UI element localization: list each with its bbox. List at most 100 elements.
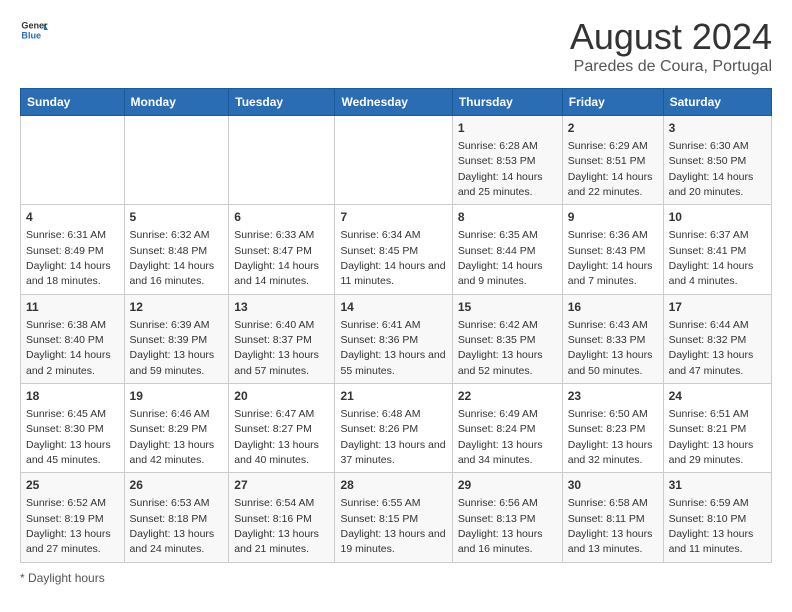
calendar-cell: 4 Sunrise: 6:31 AM Sunset: 8:49 PM Daylig…: [21, 205, 125, 294]
day-number: 22: [458, 388, 557, 405]
day-info: Sunrise: 6:31 AM Sunset: 8:49 PM Dayligh…: [26, 229, 111, 287]
main-title: August 2024: [570, 16, 772, 58]
calendar-cell: 3 Sunrise: 6:30 AM Sunset: 8:50 PM Daylig…: [663, 116, 771, 205]
calendar-cell: 18 Sunrise: 6:45 AM Sunset: 8:30 PM Dayli…: [21, 384, 125, 473]
day-number: 30: [568, 477, 658, 494]
calendar-day-header: Wednesday: [335, 89, 452, 116]
day-info: Sunrise: 6:56 AM Sunset: 8:13 PM Dayligh…: [458, 497, 543, 555]
day-number: 29: [458, 477, 557, 494]
calendar-cell: 13Sunrise: 6:40 AM Sunset: 8:37 PM Dayli…: [229, 294, 335, 383]
daylight-label: Daylight hours: [28, 571, 105, 585]
calendar-cell: 14Sunrise: 6:41 AM Sunset: 8:36 PM Dayli…: [335, 294, 452, 383]
day-info: Sunrise: 6:46 AM Sunset: 8:29 PM Dayligh…: [130, 408, 215, 466]
calendar-body: 1Sunrise: 6:28 AM Sunset: 8:53 PM Daylig…: [21, 116, 772, 563]
calendar-day-header: Tuesday: [229, 89, 335, 116]
calendar-cell: 7 Sunrise: 6:34 AM Sunset: 8:45 PM Daylig…: [335, 205, 452, 294]
day-number: 3: [669, 120, 766, 137]
day-info: Sunrise: 6:39 AM Sunset: 8:39 PM Dayligh…: [130, 319, 215, 377]
calendar-cell: [335, 116, 452, 205]
day-number: 28: [340, 477, 446, 494]
day-info: Sunrise: 6:43 AM Sunset: 8:33 PM Dayligh…: [568, 319, 653, 377]
day-number: 10: [669, 209, 766, 226]
calendar-week-row: 18 Sunrise: 6:45 AM Sunset: 8:30 PM Dayli…: [21, 384, 772, 473]
calendar-cell: 27 Sunrise: 6:54 AM Sunset: 8:16 PM Dayli…: [229, 473, 335, 562]
day-info: Sunrise: 6:45 AM Sunset: 8:30 PM Dayligh…: [26, 408, 111, 466]
calendar-table: SundayMondayTuesdayWednesdayThursdayFrid…: [20, 88, 772, 563]
calendar-cell: 9 Sunrise: 6:36 AM Sunset: 8:43 PM Daylig…: [562, 205, 663, 294]
calendar-cell: 28 Sunrise: 6:55 AM Sunset: 8:15 PM Dayli…: [335, 473, 452, 562]
day-number: 7: [340, 209, 446, 226]
calendar-cell: 10 Sunrise: 6:37 AM Sunset: 8:41 PM Dayli…: [663, 205, 771, 294]
title-area: August 2024 Paredes de Coura, Portugal: [570, 16, 772, 76]
calendar-cell: 1Sunrise: 6:28 AM Sunset: 8:53 PM Daylig…: [452, 116, 562, 205]
calendar-cell: 25Sunrise: 6:52 AM Sunset: 8:19 PM Dayli…: [21, 473, 125, 562]
header: General Blue August 2024 Paredes de Cour…: [20, 16, 772, 76]
calendar-cell: [124, 116, 229, 205]
day-number: 17: [669, 299, 766, 316]
calendar-day-header: Sunday: [21, 89, 125, 116]
footer-note: * Daylight hours: [20, 571, 772, 585]
day-info: Sunrise: 6:29 AM Sunset: 8:51 PM Dayligh…: [568, 140, 653, 198]
day-number: 9: [568, 209, 658, 226]
day-info: Sunrise: 6:50 AM Sunset: 8:23 PM Dayligh…: [568, 408, 653, 466]
day-number: 4: [26, 209, 119, 226]
calendar-cell: 15Sunrise: 6:42 AM Sunset: 8:35 PM Dayli…: [452, 294, 562, 383]
day-info: Sunrise: 6:30 AM Sunset: 8:50 PM Dayligh…: [669, 140, 754, 198]
calendar-cell: 8Sunrise: 6:35 AM Sunset: 8:44 PM Daylig…: [452, 205, 562, 294]
calendar-week-row: 4 Sunrise: 6:31 AM Sunset: 8:49 PM Daylig…: [21, 205, 772, 294]
day-info: Sunrise: 6:51 AM Sunset: 8:21 PM Dayligh…: [669, 408, 754, 466]
calendar-cell: 17Sunrise: 6:44 AM Sunset: 8:32 PM Dayli…: [663, 294, 771, 383]
day-info: Sunrise: 6:55 AM Sunset: 8:15 PM Dayligh…: [340, 497, 445, 555]
day-number: 18: [26, 388, 119, 405]
calendar-cell: 16 Sunrise: 6:43 AM Sunset: 8:33 PM Dayli…: [562, 294, 663, 383]
logo: General Blue: [20, 16, 48, 44]
calendar-cell: 2 Sunrise: 6:29 AM Sunset: 8:51 PM Daylig…: [562, 116, 663, 205]
day-info: Sunrise: 6:36 AM Sunset: 8:43 PM Dayligh…: [568, 229, 653, 287]
calendar-cell: 12Sunrise: 6:39 AM Sunset: 8:39 PM Dayli…: [124, 294, 229, 383]
day-number: 2: [568, 120, 658, 137]
day-number: 23: [568, 388, 658, 405]
calendar-week-row: 11Sunrise: 6:38 AM Sunset: 8:40 PM Dayli…: [21, 294, 772, 383]
calendar-day-header: Monday: [124, 89, 229, 116]
svg-text:Blue: Blue: [21, 30, 41, 40]
day-info: Sunrise: 6:32 AM Sunset: 8:48 PM Dayligh…: [130, 229, 215, 287]
day-info: Sunrise: 6:52 AM Sunset: 8:19 PM Dayligh…: [26, 497, 111, 555]
day-info: Sunrise: 6:37 AM Sunset: 8:41 PM Dayligh…: [669, 229, 754, 287]
day-info: Sunrise: 6:59 AM Sunset: 8:10 PM Dayligh…: [669, 497, 754, 555]
calendar-cell: [229, 116, 335, 205]
day-number: 5: [130, 209, 224, 226]
calendar-cell: 29 Sunrise: 6:56 AM Sunset: 8:13 PM Dayli…: [452, 473, 562, 562]
day-number: 16: [568, 299, 658, 316]
day-info: Sunrise: 6:48 AM Sunset: 8:26 PM Dayligh…: [340, 408, 445, 466]
calendar-cell: 31 Sunrise: 6:59 AM Sunset: 8:10 PM Dayli…: [663, 473, 771, 562]
day-info: Sunrise: 6:47 AM Sunset: 8:27 PM Dayligh…: [234, 408, 319, 466]
day-info: Sunrise: 6:54 AM Sunset: 8:16 PM Dayligh…: [234, 497, 319, 555]
calendar-week-row: 25Sunrise: 6:52 AM Sunset: 8:19 PM Dayli…: [21, 473, 772, 562]
calendar-header-row: SundayMondayTuesdayWednesdayThursdayFrid…: [21, 89, 772, 116]
day-info: Sunrise: 6:34 AM Sunset: 8:45 PM Dayligh…: [340, 229, 445, 287]
calendar-cell: 6Sunrise: 6:33 AM Sunset: 8:47 PM Daylig…: [229, 205, 335, 294]
day-info: Sunrise: 6:41 AM Sunset: 8:36 PM Dayligh…: [340, 319, 445, 377]
day-number: 8: [458, 209, 557, 226]
day-number: 26: [130, 477, 224, 494]
day-number: 24: [669, 388, 766, 405]
day-number: 19: [130, 388, 224, 405]
day-number: 6: [234, 209, 329, 226]
day-info: Sunrise: 6:40 AM Sunset: 8:37 PM Dayligh…: [234, 319, 319, 377]
calendar-cell: 19 Sunrise: 6:46 AM Sunset: 8:29 PM Dayli…: [124, 384, 229, 473]
calendar-cell: 26 Sunrise: 6:53 AM Sunset: 8:18 PM Dayli…: [124, 473, 229, 562]
day-info: Sunrise: 6:58 AM Sunset: 8:11 PM Dayligh…: [568, 497, 653, 555]
calendar-cell: 5 Sunrise: 6:32 AM Sunset: 8:48 PM Daylig…: [124, 205, 229, 294]
calendar-cell: 23 Sunrise: 6:50 AM Sunset: 8:23 PM Dayli…: [562, 384, 663, 473]
day-info: Sunrise: 6:49 AM Sunset: 8:24 PM Dayligh…: [458, 408, 543, 466]
day-number: 27: [234, 477, 329, 494]
day-info: Sunrise: 6:53 AM Sunset: 8:18 PM Dayligh…: [130, 497, 215, 555]
day-info: Sunrise: 6:42 AM Sunset: 8:35 PM Dayligh…: [458, 319, 543, 377]
calendar-cell: 22 Sunrise: 6:49 AM Sunset: 8:24 PM Dayli…: [452, 384, 562, 473]
day-info: Sunrise: 6:38 AM Sunset: 8:40 PM Dayligh…: [26, 319, 111, 377]
sub-title: Paredes de Coura, Portugal: [570, 58, 772, 76]
calendar-cell: 20Sunrise: 6:47 AM Sunset: 8:27 PM Dayli…: [229, 384, 335, 473]
day-number: 31: [669, 477, 766, 494]
calendar-cell: 21Sunrise: 6:48 AM Sunset: 8:26 PM Dayli…: [335, 384, 452, 473]
calendar-cell: 30 Sunrise: 6:58 AM Sunset: 8:11 PM Dayli…: [562, 473, 663, 562]
